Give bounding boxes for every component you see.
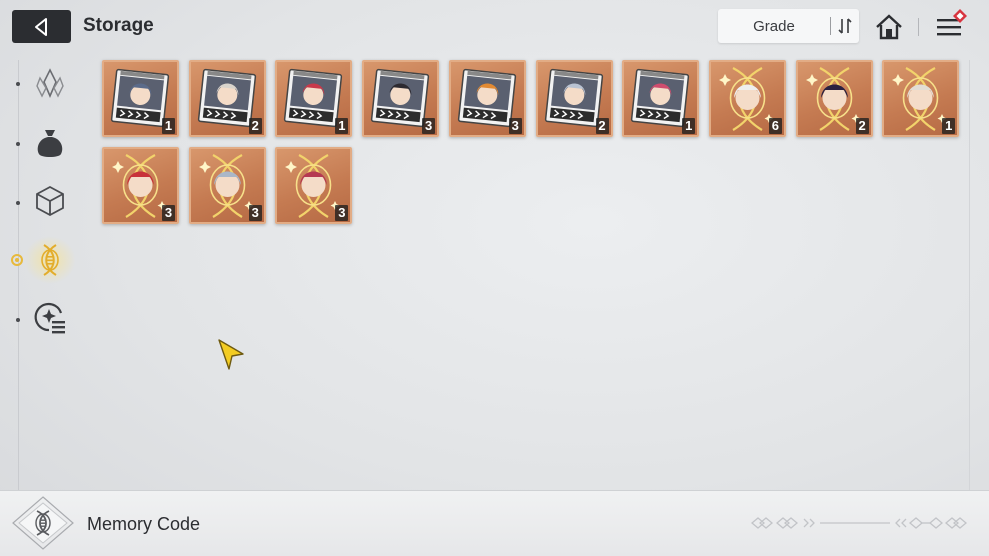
storage-item-character-card[interactable]: 1 xyxy=(275,60,353,137)
back-button[interactable] xyxy=(12,10,71,43)
sort-grade-button[interactable]: Grade xyxy=(718,9,859,43)
storage-item-character-card[interactable]: 2 xyxy=(535,60,613,137)
item-count-badge: 2 xyxy=(248,118,262,134)
toolbar-divider xyxy=(918,18,919,36)
storage-item-character-card[interactable]: 3 xyxy=(362,60,440,137)
sidebar-dot xyxy=(16,318,20,322)
item-count-badge: 1 xyxy=(942,118,956,134)
item-count-badge: 3 xyxy=(248,205,262,221)
notification-badge-icon xyxy=(953,9,967,23)
current-category-label: Memory Code xyxy=(87,514,201,534)
back-arrow-icon xyxy=(34,17,47,36)
item-count-badge: 1 xyxy=(162,118,175,134)
item-count-badge: 1 xyxy=(682,118,696,134)
storage-item-character-card[interactable]: 3 xyxy=(448,60,526,137)
crystal-icon xyxy=(36,68,64,98)
sort-label: Grade xyxy=(753,17,795,35)
sidebar-item-memory-code[interactable] xyxy=(30,240,70,280)
memory-code-icon xyxy=(41,244,59,276)
storage-item-memory-code[interactable]: 3 xyxy=(275,147,353,224)
sidebar-dot xyxy=(16,142,20,146)
sidebar-dot xyxy=(16,82,20,86)
item-count-badge: 3 xyxy=(422,118,436,134)
sidebar-item-cube[interactable] xyxy=(30,181,70,221)
storage-item-character-card[interactable]: 2 xyxy=(188,60,266,137)
storage-item-memory-code[interactable]: 3 xyxy=(102,147,179,224)
item-count-badge: 3 xyxy=(508,118,522,134)
storage-item-memory-code[interactable]: 2 xyxy=(795,60,873,137)
item-count-badge: 6 xyxy=(768,118,782,134)
pointer-cursor-icon xyxy=(218,339,244,370)
decorative-ornament xyxy=(750,517,968,529)
sidebar-item-crystal[interactable] xyxy=(30,63,70,103)
storage-item-memory-code[interactable]: 6 xyxy=(708,60,786,137)
right-guide-line xyxy=(969,60,970,490)
sidebar-item-disc[interactable] xyxy=(30,298,70,338)
storage-item-memory-code[interactable]: 1 xyxy=(882,60,960,137)
item-count-badge: 2 xyxy=(855,118,869,134)
disc-list-icon xyxy=(34,302,65,334)
storage-item-memory-code[interactable]: 3 xyxy=(188,147,266,224)
left-guide-line xyxy=(18,60,19,490)
item-count-badge: 2 xyxy=(595,118,609,134)
sidebar-item-pouch[interactable] xyxy=(30,123,70,163)
page-title: Storage xyxy=(83,15,154,36)
item-count-badge: 1 xyxy=(335,118,349,134)
storage-item-character-card[interactable]: 1 xyxy=(622,60,700,137)
sidebar-dot xyxy=(16,201,20,205)
item-count-badge: 3 xyxy=(335,205,349,221)
sort-order-icon[interactable] xyxy=(831,18,859,34)
home-button[interactable] xyxy=(873,12,905,42)
pouch-icon xyxy=(37,130,63,157)
home-icon xyxy=(876,14,902,40)
cube-icon xyxy=(36,185,64,217)
storage-item-character-card[interactable]: 1 xyxy=(102,60,179,137)
active-indicator xyxy=(11,254,23,266)
item-count-badge: 3 xyxy=(162,205,175,221)
memory-code-category-icon xyxy=(12,496,74,550)
